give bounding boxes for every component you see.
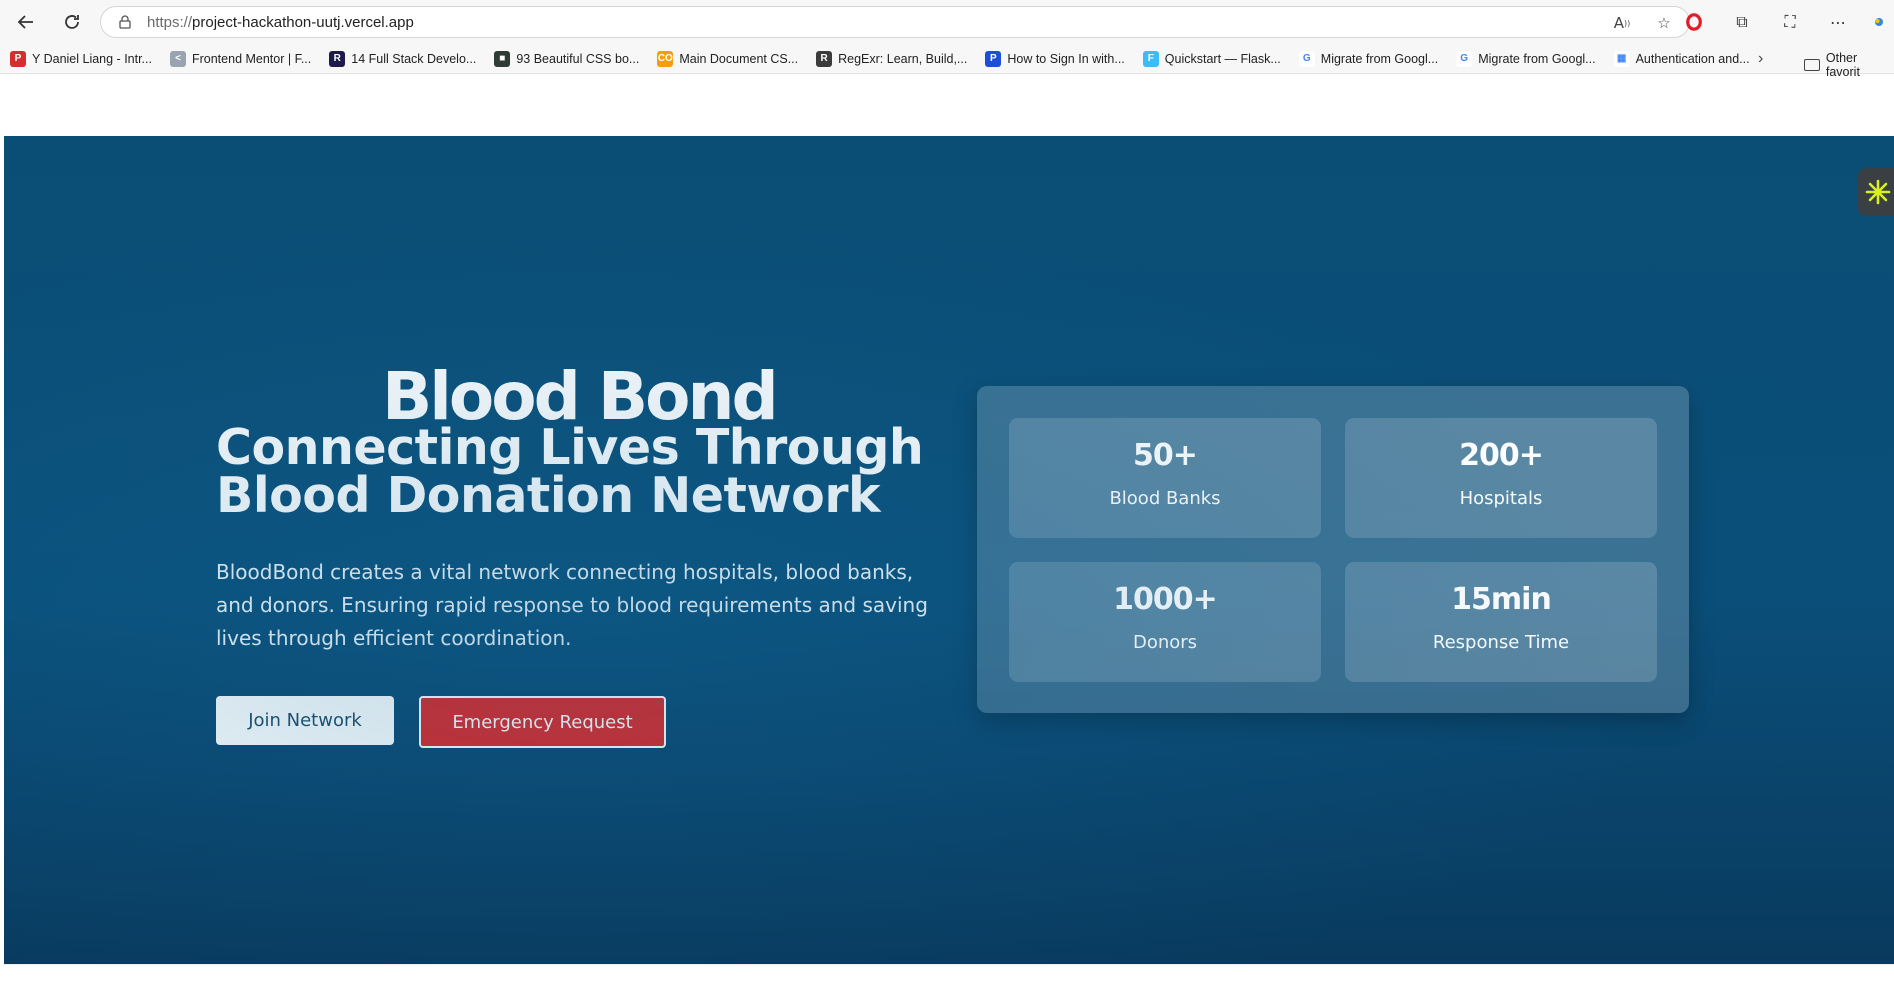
bookmark-item[interactable]: P Y Daniel Liang - Intr...: [10, 50, 152, 67]
bookmark-label: 93 Beautiful CSS bo...: [516, 51, 640, 66]
asterisk-star-icon: [1865, 179, 1891, 205]
bookmark-label: Quickstart — Flask...: [1164, 51, 1281, 66]
frontend-mentor-icon: <: [169, 50, 186, 67]
extensions-icon[interactable]: ⧉: [1730, 10, 1754, 34]
read-aloud-icon[interactable]: A)): [1611, 12, 1633, 34]
bookmark-item[interactable]: < Frontend Mentor | F...: [169, 50, 312, 67]
google-icon: G: [1456, 50, 1473, 67]
stat-value: 15min: [1451, 582, 1552, 617]
floating-widget-button[interactable]: [1858, 168, 1894, 216]
screen-capture-icon[interactable]: ⛶: [1778, 10, 1802, 34]
microsoft-icon: ▦: [1613, 50, 1630, 67]
passport-icon: P: [985, 50, 1002, 67]
back-button[interactable]: [8, 4, 44, 40]
chevron-right-icon[interactable]: ›: [1758, 50, 1763, 68]
stat-label: Donors: [1132, 632, 1198, 653]
bookmark-label: 14 Full Stack Develo...: [351, 51, 477, 66]
bookmark-label: Y Daniel Liang - Intr...: [32, 51, 152, 66]
bookmark-label: Migrate from Googl...: [1320, 51, 1439, 66]
bookmark-item[interactable]: F Quickstart — Flask...: [1142, 50, 1281, 67]
emergency-request-button[interactable]: Emergency Request: [419, 696, 666, 748]
pdf-icon: P: [10, 50, 26, 67]
stat-label: Blood Banks: [1109, 488, 1221, 509]
stat-label: Response Time: [1432, 632, 1570, 653]
bookmark-item[interactable]: ■ 93 Beautiful CSS bo...: [494, 50, 640, 67]
favorite-star-icon[interactable]: ☆: [1653, 12, 1675, 34]
google-icon: G: [1298, 50, 1315, 67]
address-bar[interactable]: https://project-hackathon-uutj.vercel.ap…: [100, 6, 1690, 38]
join-network-button[interactable]: Join Network: [216, 696, 394, 745]
other-favorites[interactable]: Other favorit: [1804, 51, 1894, 79]
r-letter-icon: R: [329, 50, 346, 67]
arrow-left-icon: [17, 15, 33, 29]
url-text: https://project-hackathon-uutj.vercel.ap…: [147, 14, 414, 31]
co-icon: CO: [657, 50, 674, 67]
bookmark-item[interactable]: R 14 Full Stack Develo...: [329, 50, 477, 67]
hero-description: BloodBond creates a vital network connec…: [216, 560, 928, 650]
other-favorites-label: Other favorit: [1825, 51, 1860, 79]
site-header: [4, 76, 1894, 136]
stat-value: 200+: [1459, 438, 1544, 473]
lock-icon: [119, 15, 131, 29]
bookmark-item[interactable]: G Migrate from Googl...: [1456, 50, 1596, 67]
bookmark-item[interactable]: ▦ Authentication and...: [1613, 50, 1750, 67]
stats-panel: 50+ Blood Banks 200+ Hospitals 1000+ Don…: [977, 386, 1689, 713]
page-footer: [4, 964, 1894, 999]
bookmark-item[interactable]: G Migrate from Googl...: [1298, 50, 1439, 67]
bookmark-label: Frontend Mentor | F...: [191, 51, 312, 66]
css-icon: ■: [494, 50, 511, 67]
bookmark-item[interactable]: R RegExr: Learn, Build,...: [816, 50, 968, 67]
refresh-icon: [65, 15, 79, 29]
url-scheme: https://: [147, 13, 193, 31]
url-host: project-hackathon-uutj.vercel.app: [192, 13, 414, 31]
hero-subtitle: Connecting Lives Through Blood Donation …: [216, 419, 924, 524]
bookmark-item[interactable]: P How to Sign In with...: [985, 50, 1125, 67]
bookmarks-bar: P Y Daniel Liang - Intr... < Frontend Mento…: [0, 44, 1894, 79]
stat-card-hospitals: 200+ Hospitals: [1345, 418, 1657, 538]
stat-value: 1000+: [1113, 582, 1218, 617]
stat-card-response-time: 15min Response Time: [1345, 562, 1657, 682]
flask-icon: F: [1142, 50, 1159, 67]
stat-value: 50+: [1133, 438, 1198, 473]
bookmark-label: Main Document CS...: [679, 51, 799, 66]
stat-label: Hospitals: [1459, 488, 1543, 509]
bookmark-label: Authentication and...: [1635, 51, 1750, 66]
bookmark-item[interactable]: CO Main Document CS...: [657, 50, 799, 67]
hero-section: Blood Bond Connecting Lives Through Bloo…: [4, 136, 1894, 964]
browser-toolbar: https://project-hackathon-uutj.vercel.ap…: [0, 0, 1894, 44]
bookmark-label: RegExr: Learn, Build,...: [838, 51, 968, 66]
opera-icon[interactable]: [1682, 10, 1706, 34]
bookmark-label: Migrate from Googl...: [1478, 51, 1596, 66]
bookmark-label: How to Sign In with...: [1007, 51, 1125, 66]
stat-card-blood-banks: 50+ Blood Banks: [1009, 418, 1321, 538]
regexr-icon: R: [816, 50, 833, 67]
refresh-button[interactable]: [54, 4, 90, 40]
folder-icon: [1804, 59, 1820, 71]
copilot-icon[interactable]: [1874, 10, 1884, 34]
more-menu-icon[interactable]: ⋯: [1826, 10, 1850, 34]
stat-card-donors: 1000+ Donors: [1009, 562, 1321, 682]
